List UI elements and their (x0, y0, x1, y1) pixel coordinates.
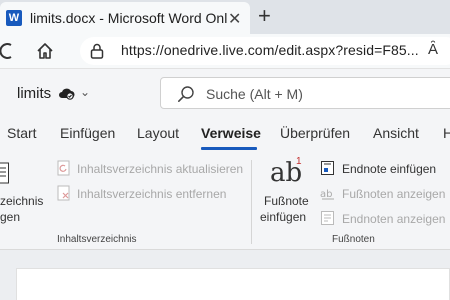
remove-toc-button[interactable]: Inhaltsverzeichnis entfernen (77, 187, 226, 201)
search-icon (178, 86, 194, 102)
insert-endnote-icon (321, 161, 334, 175)
insert-footnote-line2[interactable]: einfügen (260, 210, 306, 224)
document-page[interactable] (16, 268, 450, 300)
insert-footnote-line1[interactable]: Fußnote (264, 194, 309, 208)
svg-text:ab: ab (320, 189, 332, 200)
insert-endnote-button[interactable]: Endnote einfügen (342, 162, 436, 176)
search-placeholder: Suche (Alt + M) (206, 86, 303, 102)
tab-title: limits.docx - Microsoft Word Onl (30, 10, 228, 26)
read-aloud-icon[interactable]: Ȃ (428, 41, 438, 58)
url-text: https://onedrive.live.com/edit.aspx?resi… (121, 42, 419, 58)
cloud-sync-icon[interactable] (58, 85, 76, 101)
tab-references[interactable]: Verweise (201, 125, 261, 141)
show-endnotes-button[interactable]: Endnoten anzeigen (342, 212, 445, 226)
show-footnotes-button[interactable]: Fußnoten anzeigen (342, 187, 445, 201)
tab-layout[interactable]: Layout (137, 125, 179, 141)
document-canvas (0, 250, 450, 300)
group-divider (251, 160, 252, 244)
ribbon-body: zeichnis gen Inhaltsverzeichnis aktualis… (0, 150, 450, 250)
ribbon-tabs: Start Einfügen Layout Verweise Überprüfe… (0, 116, 450, 150)
remove-toc-icon (57, 185, 70, 201)
toc-group-caption: Inhaltsverzeichnis (57, 234, 137, 245)
table-of-contents-icon[interactable] (0, 162, 10, 184)
browser-tab-strip: W limits.docx - Microsoft Word Onl ✕ + (0, 0, 450, 34)
address-bar-row: https://onedrive.live.com/edit.aspx?resi… (0, 34, 450, 68)
show-footnotes-icon: ab (320, 189, 334, 200)
tab-help[interactable]: H (443, 125, 450, 141)
document-name[interactable]: limits (17, 85, 51, 102)
url-field[interactable]: https://onedrive.live.com/edit.aspx?resi… (80, 37, 450, 65)
tab-view[interactable]: Ansicht (373, 125, 419, 141)
word-app-icon: W (6, 10, 22, 26)
browser-tab[interactable]: W limits.docx - Microsoft Word Onl ✕ (0, 2, 250, 34)
toc-button-line1[interactable]: zeichnis (0, 194, 43, 208)
chevron-down-icon[interactable]: ⌄ (80, 85, 90, 99)
show-endnotes-icon (321, 211, 334, 225)
close-tab-icon[interactable]: ✕ (228, 9, 241, 29)
update-toc-button[interactable]: Inhaltsverzeichnis aktualisieren (77, 162, 243, 176)
tab-review[interactable]: Überprüfen (280, 125, 350, 141)
search-box[interactable]: Suche (Alt + M) (160, 77, 450, 109)
home-icon[interactable] (36, 42, 54, 60)
footnote-superscript-icon: 1 (296, 156, 302, 167)
tab-insert[interactable]: Einfügen (60, 125, 115, 141)
word-header: limits ⌄ Suche (Alt + M) (0, 68, 450, 116)
tab-start[interactable]: Start (7, 125, 37, 141)
update-toc-icon (57, 160, 70, 176)
footnotes-group-caption: Fußnoten (332, 234, 375, 245)
refresh-icon[interactable] (0, 41, 12, 61)
toc-button-line2[interactable]: gen (0, 210, 20, 224)
new-tab-icon[interactable]: + (258, 3, 271, 29)
lock-icon[interactable] (90, 43, 104, 59)
